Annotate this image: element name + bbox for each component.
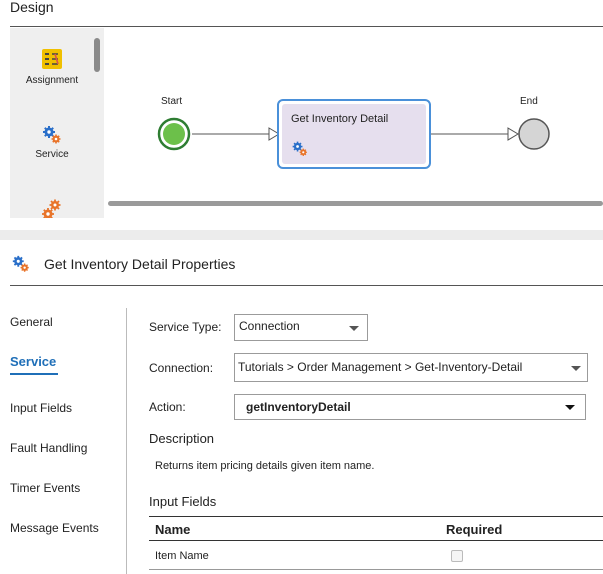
description-text: Returns item pricing details given item … [155,460,375,472]
table-row-rule [149,569,603,570]
chevron-down-icon [565,405,575,410]
component-palette[interactable]: Assignment Service [10,28,104,218]
palette-item-gears[interactable] [10,198,94,218]
palette-scrollbar[interactable] [94,38,100,72]
table-top-rule [149,516,603,517]
column-header-required: Required [446,522,503,537]
properties-title: Get Inventory Detail Properties [44,256,236,272]
action-value: getInventoryDetail [246,400,351,414]
field-name: Item Name [155,550,209,562]
table-row: Item Name [149,541,603,569]
step-node-title: Get Inventory Detail [291,113,389,125]
end-node[interactable] [518,118,550,150]
service-type-value: Connection [239,319,300,333]
gears-icon [42,199,61,218]
action-select[interactable]: getInventoryDetail [234,394,586,420]
design-divider [10,26,603,27]
active-tab-underline [10,373,58,375]
action-label: Action: [149,400,186,414]
tab-general[interactable]: General [10,315,53,329]
assignment-icon [42,49,62,69]
tab-timer-events[interactable]: Timer Events [10,481,80,495]
chevron-down-icon [571,366,581,371]
sidebar-divider [126,308,127,574]
design-title: Design [10,0,54,15]
palette-item-label: Service [35,149,69,160]
connection-label: Connection: [149,361,214,375]
service-icon [43,126,61,144]
tab-message-events[interactable]: Message Events [10,521,99,535]
palette-item-assignment[interactable]: Assignment [10,48,94,86]
service-type-label: Service Type: [149,320,222,334]
palette-item-service[interactable]: Service [10,124,94,160]
step-node-body: Get Inventory Detail [282,104,426,164]
section-separator [0,230,603,240]
column-header-name: Name [155,522,191,537]
input-fields-title: Input Fields [149,494,217,509]
start-node-fill [163,123,185,145]
connection-select[interactable]: Tutorials > Order Management > Get-Inven… [234,353,588,382]
step-node[interactable]: Get Inventory Detail [277,99,431,169]
tab-input-fields[interactable]: Input Fields [10,401,72,415]
description-title: Description [149,431,215,446]
service-type-select[interactable]: Connection [234,314,368,341]
service-icon [292,141,307,156]
connection-value: Tutorials > Order Management > Get-Inven… [238,360,523,374]
chevron-down-icon [349,326,359,331]
service-icon [12,255,29,272]
connector-arrow [507,127,519,141]
canvas-horizontal-scrollbar[interactable] [108,201,603,206]
properties-divider [10,285,603,286]
tab-service[interactable]: Service [10,354,56,369]
palette-item-label: Assignment [25,75,79,86]
required-checkbox[interactable] [451,550,463,562]
tab-fault-handling[interactable]: Fault Handling [10,441,87,455]
